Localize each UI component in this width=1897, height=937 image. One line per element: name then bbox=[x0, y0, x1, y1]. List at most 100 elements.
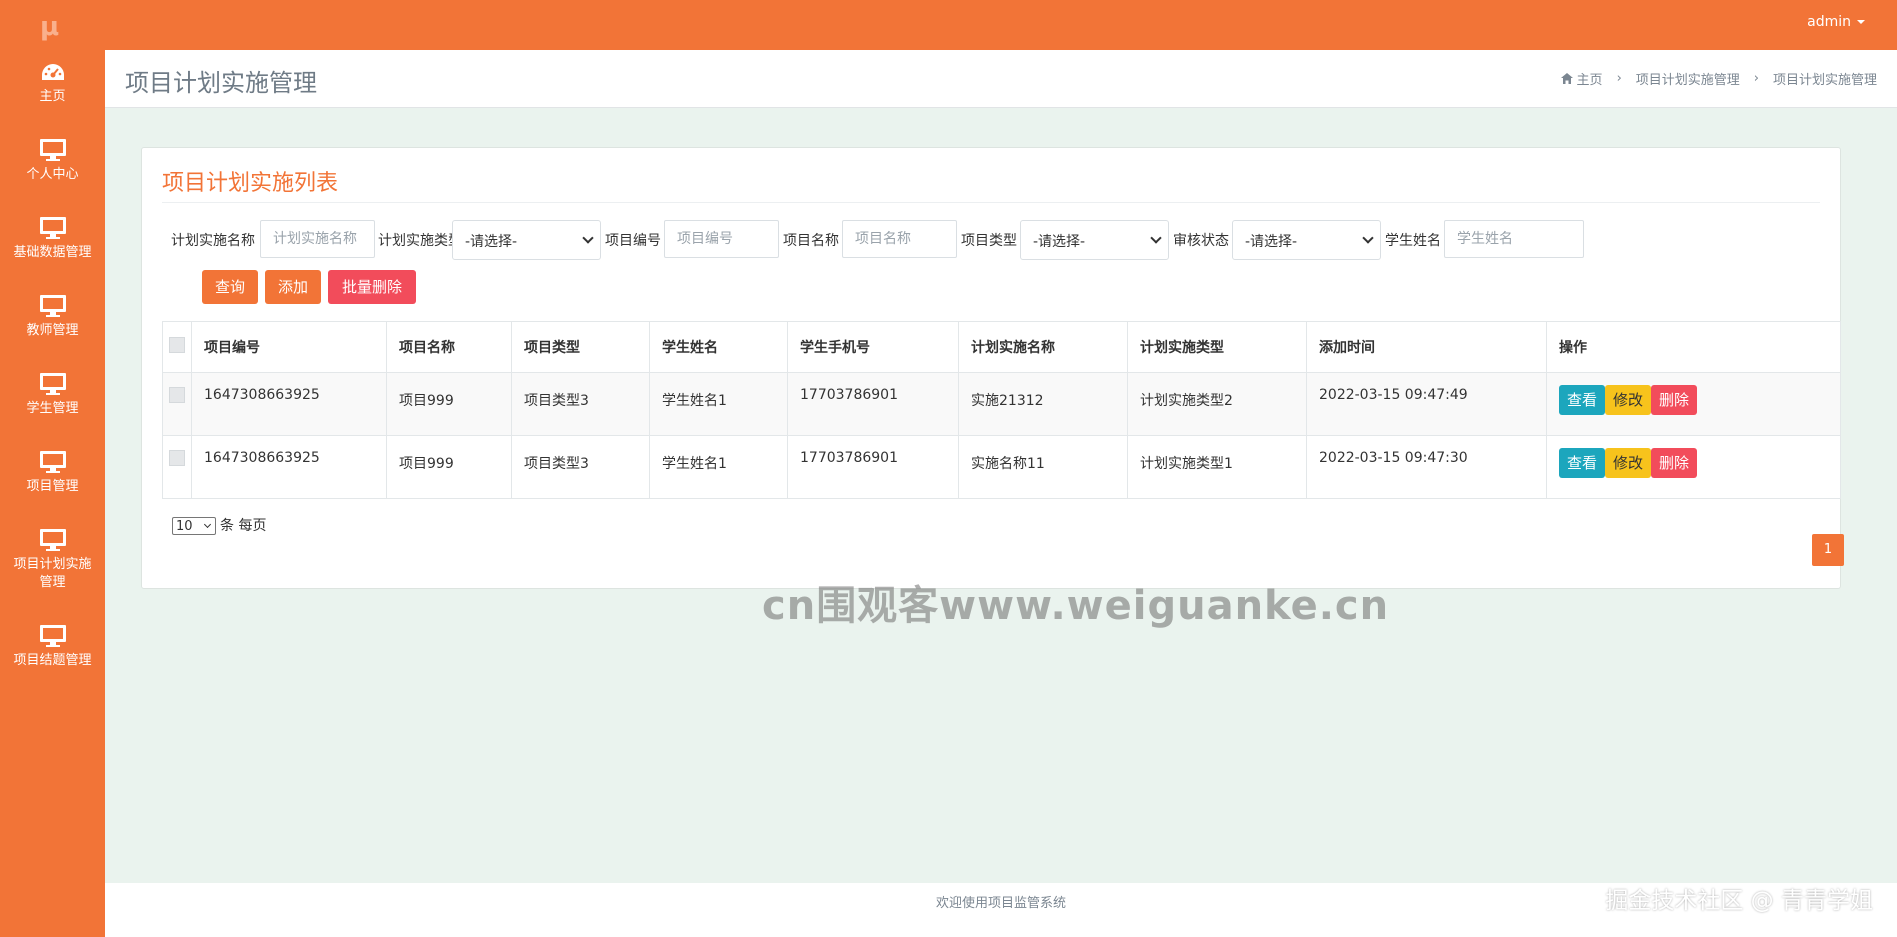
project-type-select[interactable]: -请选择- bbox=[1020, 220, 1169, 260]
sidebar-item-teachers[interactable]: 教师管理 bbox=[0, 294, 105, 340]
cell-project-no: 1647308663925 bbox=[191, 435, 387, 499]
username: admin bbox=[1807, 14, 1851, 30]
chevron-down-icon bbox=[1362, 232, 1374, 244]
cell-added-time: 2022-03-15 09:47:49 bbox=[1306, 372, 1547, 436]
data-table: 项目编号 项目名称 项目类型 学生姓名 学生手机号 计划实施名称 计划实施类型 … bbox=[162, 321, 1841, 499]
sidebar-item-label: 学生管理 bbox=[26, 401, 79, 416]
edit-button[interactable]: 修改 bbox=[1605, 448, 1652, 478]
cell-actions: 查看 修改 删除 bbox=[1546, 435, 1841, 499]
student-name-label: 学生姓名 bbox=[1385, 233, 1441, 249]
monitor-icon bbox=[39, 373, 66, 395]
row-select-cell bbox=[162, 372, 192, 436]
sidebar-item-home[interactable]: 主页 bbox=[0, 62, 105, 106]
page-size-suffix: 条 每页 bbox=[220, 518, 267, 534]
home-icon bbox=[1560, 73, 1573, 84]
column-header[interactable]: 项目类型 bbox=[511, 321, 650, 373]
delete-button[interactable]: 删除 bbox=[1651, 385, 1698, 415]
column-header[interactable]: 计划实施类型 bbox=[1127, 321, 1307, 373]
project-no-label: 项目编号 bbox=[605, 233, 661, 249]
column-header[interactable]: 计划实施名称 bbox=[958, 321, 1128, 373]
sidebar-item-label: 项目计划实施管理 bbox=[13, 557, 92, 590]
query-button[interactable]: 查询 bbox=[202, 270, 258, 304]
project-type-value: -请选择- bbox=[1033, 234, 1086, 250]
dashboard-icon bbox=[41, 64, 64, 80]
student-name-input[interactable] bbox=[1444, 220, 1584, 258]
project-type-label: 项目类型 bbox=[961, 233, 1017, 249]
sidebar-item-basic-data[interactable]: 基础数据管理 bbox=[0, 216, 105, 262]
sidebar-item-label: 项目管理 bbox=[26, 479, 79, 494]
chevron-down-icon bbox=[1150, 232, 1162, 244]
cell-student-phone: 17703786901 bbox=[787, 435, 959, 499]
sidebar-item-label: 主页 bbox=[39, 89, 66, 104]
watermark: cn围观客www.weiguanke.cn bbox=[762, 583, 1390, 629]
cell-student-name: 学生姓名1 bbox=[649, 372, 788, 436]
sidebar-item-label: 项目结题管理 bbox=[13, 653, 92, 668]
cell-plan-type: 计划实施类型1 bbox=[1127, 435, 1307, 499]
page-size-select[interactable]: 10 bbox=[172, 517, 216, 535]
chevron-down-icon bbox=[582, 232, 594, 244]
view-button[interactable]: 查看 bbox=[1559, 385, 1606, 415]
row-checkbox[interactable] bbox=[169, 450, 185, 466]
row-select-cell bbox=[162, 435, 192, 499]
audit-status-label: 审核状态 bbox=[1173, 233, 1229, 249]
main-content: 项目计划实施管理 主页 › 项目计划实施管理 › 项目计划实施管理 项目计划实施列表 计… bbox=[105, 50, 1897, 937]
sidebar-item-students[interactable]: 学生管理 bbox=[0, 372, 105, 418]
column-header[interactable]: 添加时间 bbox=[1306, 321, 1547, 373]
edit-button[interactable]: 修改 bbox=[1605, 385, 1652, 415]
project-name-label: 项目名称 bbox=[783, 233, 839, 249]
project-name-input[interactable] bbox=[842, 220, 957, 258]
column-header[interactable]: 学生手机号 bbox=[787, 321, 959, 373]
add-button[interactable]: 添加 bbox=[265, 270, 321, 304]
page-size-control: 10 条 每页 bbox=[172, 515, 266, 535]
column-header[interactable]: 项目编号 bbox=[191, 321, 387, 373]
page-number-current[interactable]: 1 bbox=[1812, 534, 1844, 566]
breadcrumb-home[interactable]: 主页 bbox=[1577, 73, 1603, 88]
breadcrumb-separator: › bbox=[1753, 71, 1759, 86]
column-header[interactable]: 学生姓名 bbox=[649, 321, 788, 373]
batch-delete-button[interactable]: 批量删除 bbox=[328, 270, 416, 304]
chevron-down-icon bbox=[1857, 20, 1865, 24]
breadcrumb-section[interactable]: 项目计划实施管理 bbox=[1636, 73, 1740, 88]
sidebar-item-label: 基础数据管理 bbox=[13, 245, 92, 260]
plan-type-value: -请选择- bbox=[465, 234, 518, 250]
page-header: 项目计划实施管理 主页 › 项目计划实施管理 › 项目计划实施管理 bbox=[105, 50, 1897, 108]
sidebar-item-project-closure[interactable]: 项目结题管理 bbox=[0, 624, 105, 670]
table-header-row: 项目编号 项目名称 项目类型 学生姓名 学生手机号 计划实施名称 计划实施类型 … bbox=[162, 321, 1841, 373]
column-header: 操作 bbox=[1546, 321, 1841, 373]
monitor-icon bbox=[39, 529, 66, 551]
select-all-checkbox[interactable] bbox=[169, 337, 185, 353]
sidebar-item-project-plans[interactable]: 项目计划实施管理 bbox=[0, 528, 105, 592]
monitor-icon bbox=[39, 625, 66, 647]
plan-type-select[interactable]: -请选择- bbox=[452, 220, 601, 260]
cell-actions: 查看 修改 删除 bbox=[1546, 372, 1841, 436]
cell-plan-name: 实施21312 bbox=[958, 372, 1128, 436]
sidebar-item-label: 教师管理 bbox=[26, 323, 79, 338]
column-header[interactable]: 项目名称 bbox=[386, 321, 512, 373]
breadcrumb-current: 项目计划实施管理 bbox=[1772, 73, 1877, 88]
row-checkbox[interactable] bbox=[169, 387, 185, 403]
monitor-icon bbox=[39, 139, 66, 161]
breadcrumb: 主页 › 项目计划实施管理 › 项目计划实施管理 bbox=[1560, 69, 1877, 88]
sidebar-item-projects[interactable]: 项目管理 bbox=[0, 450, 105, 496]
cell-project-name: 项目999 bbox=[386, 372, 512, 436]
cell-project-type: 项目类型3 bbox=[511, 435, 650, 499]
sidebar: 主页 个人中心 基础数据管理 教师管理 学生管理 项目管理 项目计划实施管理 项… bbox=[0, 50, 105, 937]
page-title: 项目计划实施管理 bbox=[125, 69, 317, 97]
cell-added-time: 2022-03-15 09:47:30 bbox=[1306, 435, 1547, 499]
sidebar-item-profile[interactable]: 个人中心 bbox=[0, 138, 105, 184]
sidebar-item-label: 个人中心 bbox=[26, 167, 79, 182]
delete-button[interactable]: 删除 bbox=[1651, 448, 1698, 478]
page-size-value: 10 bbox=[176, 519, 193, 534]
cell-plan-type: 计划实施类型2 bbox=[1127, 372, 1307, 436]
monitor-icon bbox=[39, 217, 66, 239]
corner-watermark: 掘金技术社区 @ 青青学姐 bbox=[1605, 888, 1873, 914]
plan-name-input[interactable] bbox=[260, 220, 375, 258]
app-logo[interactable]: μ bbox=[40, 12, 59, 42]
user-menu[interactable]: admin bbox=[1807, 14, 1865, 30]
table-row: 1647308663925 项目999 项目类型3 学生姓名1 17703786… bbox=[162, 372, 1841, 436]
card-title: 项目计划实施列表 bbox=[162, 171, 339, 196]
view-button[interactable]: 查看 bbox=[1559, 448, 1606, 478]
divider bbox=[162, 202, 1820, 203]
audit-status-select[interactable]: -请选择- bbox=[1232, 220, 1381, 260]
project-no-input[interactable] bbox=[664, 220, 779, 258]
